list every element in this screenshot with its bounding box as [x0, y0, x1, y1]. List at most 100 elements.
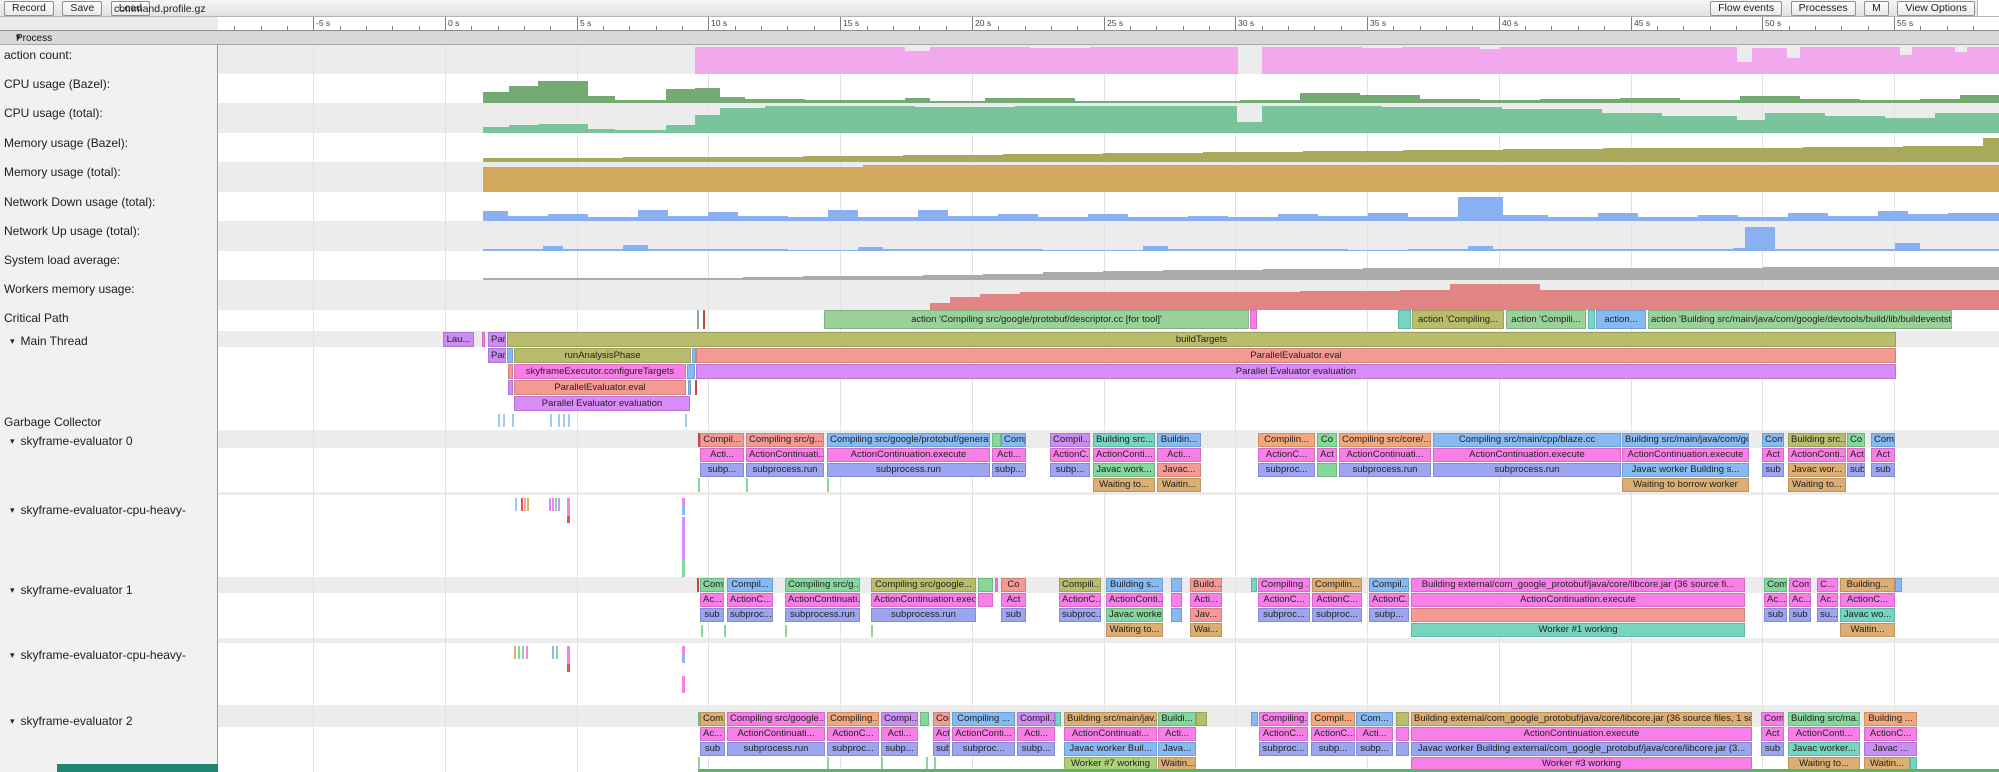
garbage-collector-tick[interactable] — [558, 414, 560, 427]
cpu-heavy-1-event[interactable] — [549, 498, 551, 511]
trace-slice[interactable]: Acti... — [1158, 727, 1196, 741]
save-button[interactable]: Save — [62, 1, 102, 16]
process-header[interactable]: ▾Process 1 — [0, 31, 1999, 45]
trace-slice[interactable]: sub — [1764, 608, 1787, 622]
trace-slice[interactable]: Compiling src/g... — [785, 578, 860, 592]
trace-slice[interactable]: subproc... — [727, 608, 773, 622]
trace-slice[interactable] — [1055, 712, 1061, 726]
trace-slice[interactable]: Act — [1762, 448, 1784, 462]
trace-slice[interactable] — [995, 578, 998, 592]
trace-slice[interactable]: Act — [933, 727, 950, 741]
trace-slice[interactable] — [508, 380, 513, 395]
trace-slice[interactable]: Building src/ma... — [1788, 712, 1860, 726]
trace-slice[interactable]: Com — [933, 712, 950, 726]
trace-slice[interactable]: Compiling src/google... — [871, 578, 976, 592]
trace-slice[interactable] — [482, 332, 485, 347]
chart-memory-usage-bazel-[interactable] — [218, 135, 1999, 162]
trace-slice[interactable] — [508, 364, 513, 379]
trace-slice[interactable]: ActionC... — [1259, 727, 1308, 741]
trace-slice[interactable]: subprocess.run — [746, 463, 824, 477]
trace-slice[interactable]: Compiling ... — [952, 712, 1015, 726]
trace-slice[interactable]: Com — [700, 578, 724, 592]
trace-slice[interactable] — [978, 593, 993, 607]
trace-slice[interactable]: Waiting to... — [1093, 478, 1155, 492]
trace-slice[interactable] — [1411, 608, 1745, 622]
trace-slice[interactable]: Building src/main/jav... — [1064, 712, 1157, 726]
cpu-heavy-2-event[interactable] — [682, 676, 685, 693]
chart-network-down-usage-total-[interactable] — [218, 194, 1999, 221]
trace-slice[interactable]: Build... — [1190, 578, 1222, 592]
trace-slice[interactable]: Compili... — [1059, 578, 1101, 592]
trace-slice[interactable]: Javac worker Buil... — [1064, 742, 1157, 756]
trace-slice[interactable]: Parallel Evaluator evaluation — [696, 364, 1896, 379]
trace-slice[interactable]: action 'Building src/main/java/com/googl… — [1648, 310, 1952, 329]
trace-slice[interactable] — [703, 310, 705, 329]
trace-slice[interactable]: subprocess.run — [827, 463, 990, 477]
trace-slice[interactable]: Waitin... — [1157, 478, 1201, 492]
trace-slice[interactable] — [978, 578, 993, 592]
trace-slice[interactable]: Buildi... — [1158, 712, 1196, 726]
track-label[interactable]: ▾Main Thread — [10, 334, 88, 348]
trace-slice[interactable]: Building external/com_google_protobuf/ja… — [1411, 712, 1752, 726]
trace-slice[interactable]: subp... — [992, 463, 1026, 477]
trace-slice[interactable]: subprocess.run — [727, 742, 825, 756]
trace-slice[interactable]: Waitin... — [1840, 623, 1895, 637]
trace-slice[interactable]: subproc... — [1258, 608, 1310, 622]
trace-slice[interactable]: Compiling src/google/protobuf/generat... — [827, 433, 990, 447]
trace-slice[interactable]: Building... — [1840, 578, 1895, 592]
trace-slice[interactable]: sub — [1761, 742, 1784, 756]
cpu-heavy-2-event[interactable] — [552, 646, 554, 659]
trace-slice[interactable]: Waiting to... — [1106, 623, 1163, 637]
trace-slice[interactable]: Com — [1764, 578, 1787, 592]
cpu-heavy-1-event[interactable] — [555, 498, 557, 511]
track-label[interactable]: ▾skyframe-evaluator-cpu-heavy- — [10, 503, 186, 517]
trace-slice[interactable]: ActionC... — [1050, 448, 1090, 462]
trace-slice[interactable]: Acti... — [1190, 593, 1222, 607]
trace-slice[interactable]: Javac wo... — [1840, 608, 1895, 622]
evaluator0-mark[interactable] — [698, 478, 700, 492]
trace-slice[interactable]: Act — [1001, 593, 1026, 607]
trace-slice[interactable]: Compil... — [727, 578, 773, 592]
trace-slice[interactable]: Compiling src/main/cpp/blaze.cc — [1433, 433, 1621, 447]
cpu-heavy-2-event[interactable] — [567, 664, 570, 672]
trace-slice[interactable] — [1398, 310, 1411, 329]
trace-slice[interactable]: Javac... — [1157, 463, 1201, 477]
trace-slice[interactable]: Lau... — [443, 332, 474, 347]
collapse-arrow-icon[interactable]: ▾ — [10, 585, 15, 596]
trace-slice[interactable]: Com — [1871, 433, 1895, 447]
trace-slice[interactable] — [695, 380, 697, 395]
trace-slice[interactable]: Compiling src/core/... — [1339, 433, 1431, 447]
trace-slice[interactable]: Javac worker Building external/com_googl… — [1411, 742, 1752, 756]
trace-slice[interactable]: Waiting to... — [1788, 478, 1846, 492]
trace-slice[interactable] — [687, 364, 695, 379]
trace-slice[interactable]: ActionC... — [1311, 727, 1355, 741]
trace-slice[interactable]: Acti... — [992, 448, 1026, 462]
trace-slice[interactable]: Par — [488, 348, 506, 363]
cpu-heavy-1-event[interactable] — [567, 516, 570, 523]
trace-slice[interactable]: Acti... — [1157, 448, 1201, 462]
timeline-stage[interactable]: action count:CPU usage (Bazel):CPU usage… — [0, 45, 1999, 772]
collapse-arrow-icon[interactable]: ▾ — [10, 505, 15, 516]
trace-slice[interactable]: Comp... — [1001, 433, 1026, 447]
evaluator1-mark[interactable] — [701, 625, 703, 637]
trace-slice[interactable]: ActionContinuati... — [727, 727, 825, 741]
metadata-button[interactable]: M — [1864, 1, 1889, 16]
trace-slice[interactable]: ActionContinuation.execute — [871, 593, 976, 607]
trace-slice[interactable]: ActionC... — [1369, 593, 1409, 607]
trace-slice[interactable]: action 'Compiling src/google/protobuf/de… — [824, 310, 1249, 329]
trace-slice[interactable]: ActionC... — [1864, 727, 1917, 741]
trace-slice[interactable]: Acti... — [1356, 727, 1393, 741]
trace-slice[interactable]: Java... — [1158, 742, 1196, 756]
garbage-collector-tick[interactable] — [563, 414, 565, 427]
cpu-heavy-1-event[interactable] — [527, 498, 529, 511]
trace-slice[interactable]: Waiting to borrow worker — [1622, 478, 1749, 492]
cpu-heavy-1-event[interactable] — [682, 505, 685, 515]
track-label[interactable]: ▾skyframe-evaluator 0 — [10, 434, 133, 448]
trace-slice[interactable]: ActionC... — [1312, 593, 1362, 607]
trace-slice[interactable]: subproc... — [1258, 463, 1315, 477]
trace-slice[interactable]: Acti... — [881, 727, 918, 741]
garbage-collector-tick[interactable] — [550, 414, 552, 427]
cpu-heavy-1-event[interactable] — [515, 498, 517, 511]
trace-slice[interactable]: Javac worker... — [1106, 608, 1163, 622]
trace-slice[interactable]: Com — [700, 712, 725, 726]
